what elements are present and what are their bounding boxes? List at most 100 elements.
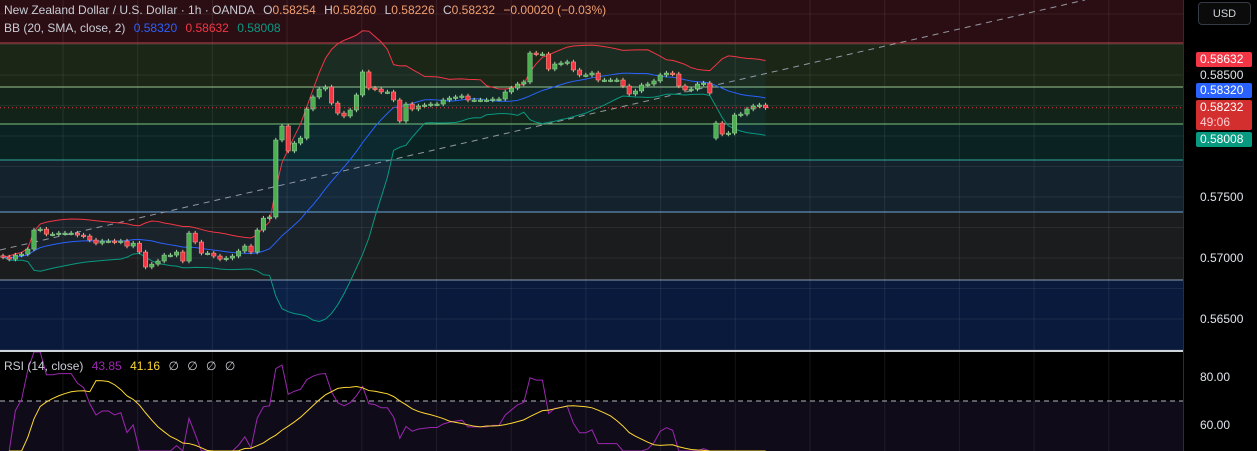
candle-body <box>192 232 198 243</box>
ohlc-close: C0.58232 <box>443 3 495 17</box>
candle-body <box>198 241 204 254</box>
candle-body <box>577 69 583 76</box>
candle-body <box>508 87 514 93</box>
candle-body <box>143 251 149 268</box>
empty-value-1: ∅ <box>168 359 179 373</box>
close-value: 0.58232 <box>451 3 496 17</box>
rsi-label: RSI (14, close) <box>4 359 84 373</box>
price-chart[interactable] <box>0 0 1183 350</box>
candle-body <box>273 139 279 218</box>
candle-body <box>403 103 409 122</box>
candle-body <box>477 99 483 102</box>
candle-body <box>391 91 397 101</box>
candle-body <box>285 125 291 152</box>
candle-body <box>68 232 74 235</box>
candle-body <box>174 251 180 256</box>
candle-body <box>6 256 12 260</box>
candle-body <box>409 103 415 110</box>
candle-body <box>651 80 657 85</box>
candle-body <box>155 260 161 265</box>
candle-body <box>279 125 285 141</box>
candle-body <box>149 263 155 268</box>
candle-body <box>291 142 297 152</box>
candle-body <box>564 61 570 64</box>
bb-legend[interactable]: BB (20, SMA, close, 2) 0.58320 0.58632 0… <box>4 21 286 35</box>
bb-label: BB (20, SMA, close, 2) <box>4 21 126 35</box>
price-zone <box>0 160 1183 212</box>
candle-body <box>595 72 601 81</box>
candle-body <box>552 63 558 70</box>
candle-body <box>446 97 452 101</box>
price-tick: 0.57000 <box>1200 251 1244 265</box>
candle-body <box>93 239 99 244</box>
rsi-legend[interactable]: RSI (14, close) 43.85 41.16 ∅ ∅ ∅ ∅ <box>4 359 240 373</box>
price-change: −0.00020 (−0.03%) <box>503 3 607 17</box>
candle-body <box>428 103 434 106</box>
candle-body <box>657 74 663 82</box>
candle-body <box>471 99 477 102</box>
candle-body <box>211 252 217 257</box>
candle-body <box>56 232 62 235</box>
candle-body <box>130 242 136 247</box>
candle-body <box>360 71 366 96</box>
candle-body <box>589 72 595 76</box>
rsi-tick: 80.00 <box>1200 370 1231 384</box>
candle-body <box>694 83 700 90</box>
candle-body <box>87 235 93 241</box>
candle-body <box>304 108 310 139</box>
candle-body <box>25 248 31 255</box>
price-tick: 0.57500 <box>1200 190 1244 204</box>
candle-body <box>601 79 607 82</box>
candle-body <box>298 137 304 144</box>
candle-body <box>31 229 37 250</box>
rsi-value: 43.85 <box>91 359 122 373</box>
candle-body <box>713 122 719 139</box>
candle-body <box>43 228 49 235</box>
high-label: H <box>324 3 333 17</box>
candle-body <box>453 96 459 99</box>
candle-body <box>50 233 56 236</box>
candle-body <box>626 85 632 95</box>
candle-body <box>260 217 266 231</box>
candle-body <box>676 73 682 87</box>
close-label: C <box>443 3 452 17</box>
candle-body <box>81 234 87 237</box>
low-value: 0.58226 <box>391 3 435 17</box>
price-tick: 0.58500 <box>1200 68 1244 82</box>
symbol-title: New Zealand Dollar / U.S. Dollar · 1h · … <box>4 3 255 17</box>
candle-body <box>347 109 353 117</box>
candle-body <box>533 52 539 55</box>
price-tick: 0.56500 <box>1200 312 1244 326</box>
candle-body <box>161 254 167 262</box>
currency-button[interactable]: USD <box>1198 2 1251 25</box>
candle-body <box>756 104 762 107</box>
candle-body <box>459 95 465 98</box>
empty-value-2: ∅ <box>187 359 198 373</box>
candle-body <box>124 240 130 247</box>
candle-body <box>663 72 669 76</box>
candle-body <box>515 83 521 89</box>
candle-body <box>322 86 328 90</box>
high-value: 0.58260 <box>332 3 377 17</box>
basis-tag: 0.58320 <box>1196 83 1252 98</box>
candle-body <box>440 99 446 105</box>
rsi-band <box>0 401 1183 451</box>
candle-body <box>719 122 725 135</box>
symbol-legend: New Zealand Dollar / U.S. Dollar · 1h · … <box>4 3 611 17</box>
candle-body <box>366 71 372 89</box>
empty-value-3: ∅ <box>206 359 217 373</box>
candle-body <box>434 103 440 106</box>
candle-body <box>484 99 490 102</box>
candle-body <box>217 255 223 260</box>
candle-body <box>248 245 254 253</box>
last-price: 0.58232 <box>1200 100 1244 114</box>
bb-lower-value: 0.58008 <box>237 21 281 35</box>
candle-body <box>521 81 527 85</box>
candle-body <box>639 84 645 92</box>
candle-body <box>205 252 211 255</box>
lower-band-tag: 0.58008 <box>1196 132 1252 147</box>
candle-body <box>316 88 322 98</box>
candle-body <box>12 254 18 260</box>
candle-body <box>701 82 707 85</box>
candle-body <box>570 61 576 71</box>
